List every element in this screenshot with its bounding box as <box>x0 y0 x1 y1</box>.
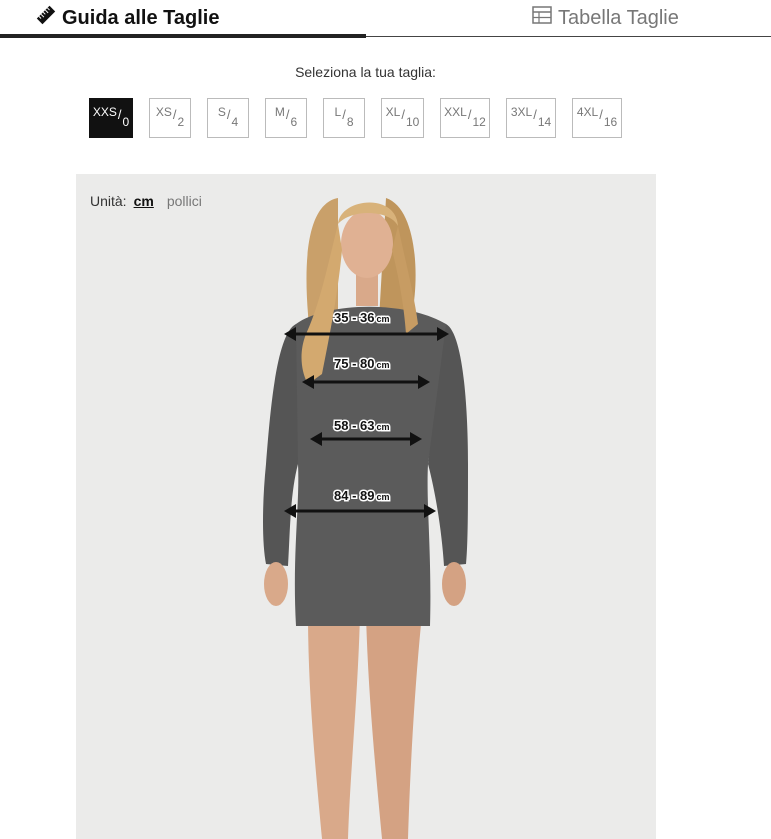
unit-inches-button[interactable]: pollici <box>167 193 202 209</box>
active-tab-indicator <box>0 34 366 38</box>
tab-size-table-label: Tabella Taglie <box>558 6 679 29</box>
unit-cm-button[interactable]: cm <box>134 193 154 209</box>
size-label: S <box>217 105 226 119</box>
size-label: L <box>334 105 342 119</box>
size-select-label: Seleziona la tua taglia: <box>295 64 436 80</box>
ruler-icon <box>36 5 56 31</box>
size-label: 3XL <box>510 105 533 119</box>
size-number: 8 <box>346 115 354 129</box>
size-button-xxs[interactable]: XXS/0 <box>89 98 133 138</box>
size-button-xl[interactable]: XL/10 <box>381 98 424 138</box>
size-button-3xl[interactable]: 3XL/14 <box>506 98 556 138</box>
table-icon <box>532 6 552 30</box>
unit-label: Unità: <box>90 193 127 209</box>
size-number: 6 <box>290 115 298 129</box>
unit-switch: Unità: cm pollici <box>90 193 202 209</box>
size-label: XL <box>385 105 401 119</box>
tab-divider <box>366 36 771 37</box>
size-button-l[interactable]: L/8 <box>323 98 365 138</box>
size-label: XXS <box>92 105 117 119</box>
model-illustration: 35 - 36 cm 75 - 80 cm 58 - 63 cm 84 - 89 cm <box>263 198 468 839</box>
tab-size-guide-label: Guida alle Taglie <box>62 6 220 29</box>
tab-size-table[interactable]: Tabella Taglie <box>366 0 771 36</box>
size-number: 16 <box>603 115 618 129</box>
size-label: M <box>274 105 285 119</box>
size-number: 14 <box>537 115 552 129</box>
size-label: XS <box>155 105 172 119</box>
size-button-xxl[interactable]: XXL/12 <box>440 98 490 138</box>
size-number: 2 <box>177 115 185 129</box>
size-number: 10 <box>405 115 420 129</box>
size-button-s[interactable]: S/4 <box>207 98 249 138</box>
size-number: 0 <box>122 115 130 129</box>
model-image-panel: 35 - 36 cm 75 - 80 cm 58 - 63 cm 84 - 89 cm … <box>76 174 656 839</box>
size-button-xs[interactable]: XS/2 <box>149 98 191 138</box>
size-label: 4XL <box>576 105 599 119</box>
size-button-4xl[interactable]: 4XL/16 <box>572 98 622 138</box>
size-button-m[interactable]: M/6 <box>265 98 307 138</box>
size-number: 12 <box>472 115 486 129</box>
tab-size-guide[interactable]: Guida alle Taglie <box>0 0 366 36</box>
size-number: 4 <box>231 115 239 129</box>
tab-bar: Guida alle Taglie Tabella Taglie <box>0 0 771 38</box>
size-label: XXL <box>444 105 467 119</box>
